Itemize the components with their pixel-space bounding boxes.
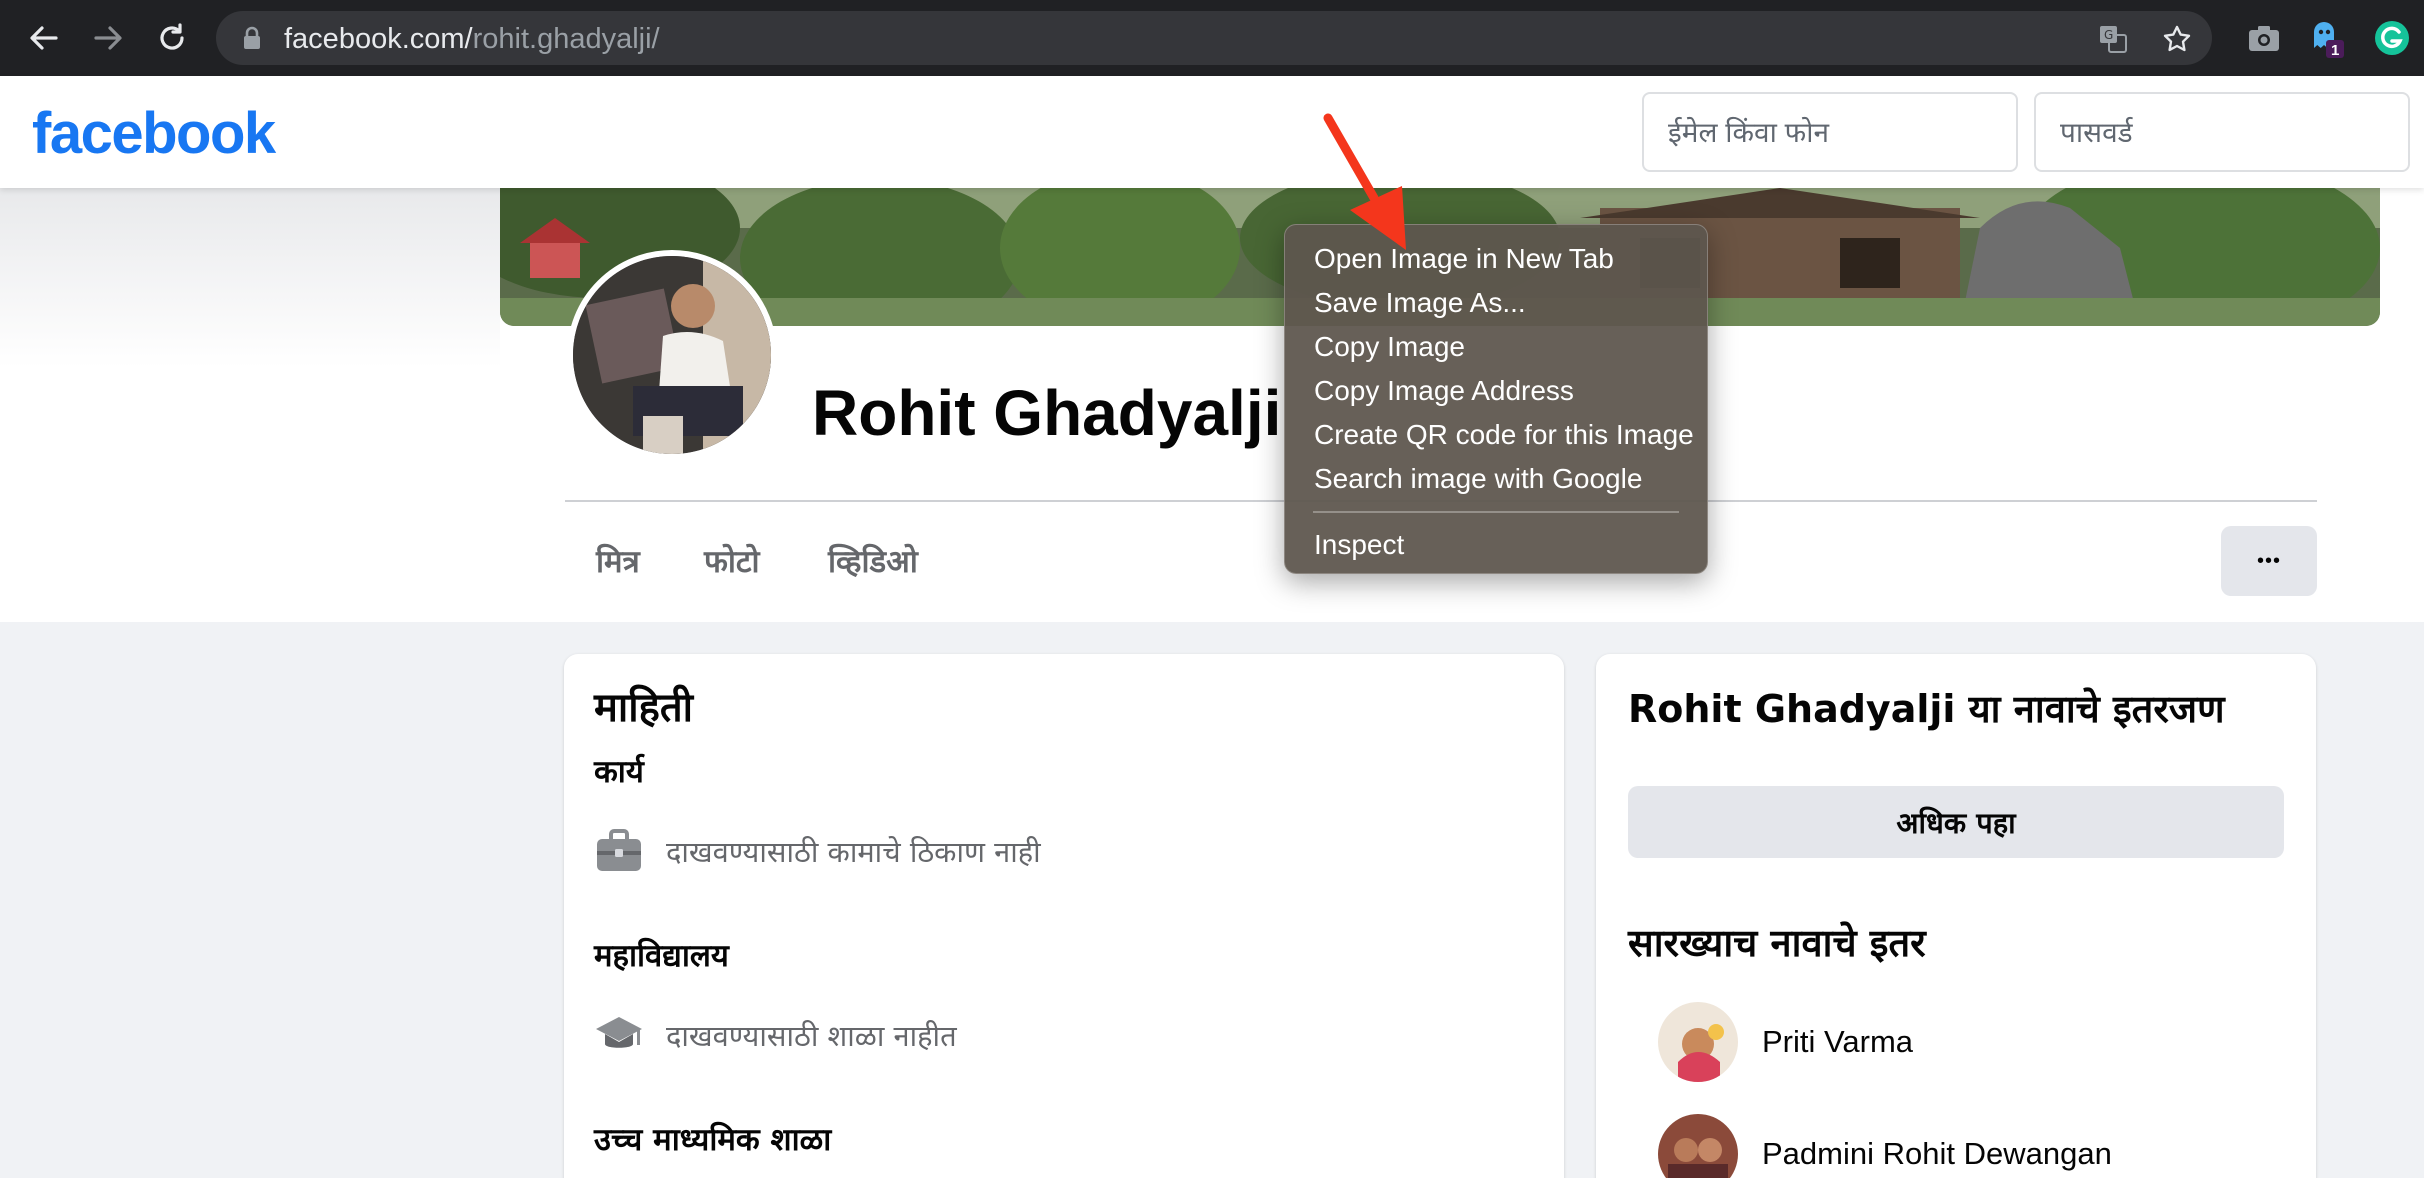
url-text: facebook.com/rohit.ghadyalji/	[284, 23, 660, 55]
others-card: Rohit Ghadyalji या नावाचे इतरजण सारख्याच…	[1596, 654, 2316, 1178]
college-row: दाखवण्यासाठी शाळा नाहीत	[594, 1010, 957, 1060]
annotation-arrow-icon	[1316, 112, 1426, 267]
email-field[interactable]: ईमेल किंवा फोन	[1642, 92, 2018, 172]
svg-text:G: G	[2104, 28, 2113, 42]
profile-name: Rohit Ghadyalji	[812, 377, 1282, 449]
translate-icon[interactable]: G	[2096, 22, 2130, 56]
menu-separator	[1313, 511, 1679, 513]
college-heading: महाविद्यालय	[594, 938, 729, 974]
tab-friends[interactable]: मित्र	[596, 540, 640, 582]
facebook-logo[interactable]: facebook	[32, 100, 276, 167]
grammarly-icon[interactable]	[2372, 18, 2412, 58]
work-text: दाखवण्यासाठी कामाचे ठिकाण नाही	[666, 834, 1041, 869]
graduation-cap-icon	[594, 1010, 644, 1060]
facebook-header: facebook ईमेल किंवा फोन पासवर्ड	[0, 76, 2424, 188]
password-field[interactable]: पासवर्ड	[2034, 92, 2410, 172]
menu-item-save-image-as[interactable]: Save Image As...	[1285, 281, 1707, 325]
context-menu: Open Image in New Tab Save Image As... C…	[1284, 224, 1708, 574]
menu-item-copy-image[interactable]: Copy Image	[1285, 325, 1707, 369]
avatar	[1658, 1114, 1738, 1178]
reload-icon[interactable]	[148, 14, 196, 62]
lock-icon	[242, 26, 262, 55]
see-more-button[interactable]: अधिक पहा	[1628, 786, 2284, 858]
college-text: दाखवण्यासाठी शाळा नाहीत	[666, 1018, 957, 1053]
back-icon[interactable]	[20, 14, 68, 62]
bookmark-star-icon[interactable]	[2160, 22, 2194, 56]
tab-videos[interactable]: व्हिडिओ	[828, 540, 918, 582]
person-name: Priti Varma	[1762, 1024, 1914, 1059]
camera-extension-icon[interactable]	[2244, 18, 2284, 58]
more-options-button[interactable]: •••	[2221, 526, 2317, 596]
person-name: Padmini Rohit Dewangan	[1762, 1136, 2112, 1171]
address-bar[interactable]: facebook.com/rohit.ghadyalji/ G	[216, 11, 2212, 65]
menu-item-create-qr-code[interactable]: Create QR code for this Image	[1285, 413, 1707, 457]
profile-avatar[interactable]	[567, 250, 777, 460]
menu-item-inspect[interactable]: Inspect	[1285, 523, 1707, 567]
person-item[interactable]: Padmini Rohit Dewangan	[1658, 1114, 2112, 1178]
avatar	[1658, 1002, 1738, 1082]
menu-item-search-image-google[interactable]: Search image with Google	[1285, 457, 1707, 501]
others-title: Rohit Ghadyalji या नावाचे इतरजण	[1628, 687, 2225, 731]
extension-badge: 1	[2331, 42, 2340, 59]
menu-item-copy-image-address[interactable]: Copy Image Address	[1285, 369, 1707, 413]
forward-icon[interactable]	[84, 14, 132, 62]
browser-toolbar: facebook.com/rohit.ghadyalji/ G 1	[0, 0, 2424, 76]
tab-photos[interactable]: फोटो	[704, 540, 760, 582]
about-title: माहिती	[594, 685, 694, 731]
briefcase-icon	[594, 826, 644, 876]
profile-header: Rohit Ghadyalji मित्र फोटो व्हिडिओ •••	[0, 188, 2424, 622]
person-item[interactable]: Priti Varma	[1658, 1002, 1913, 1082]
highschool-heading: उच्च माध्यमिक शाळा	[594, 1122, 832, 1158]
work-heading: कार्य	[594, 754, 644, 790]
more-dots-icon: •••	[2256, 549, 2281, 572]
work-row: दाखवण्यासाठी कामाचे ठिकाण नाही	[594, 826, 1041, 876]
ghost-extension-icon[interactable]: 1	[2306, 18, 2346, 59]
similar-names-title: सारख्याच नावाचे इतर	[1628, 921, 1926, 965]
about-card: माहिती कार्य दाखवण्यासाठी कामाचे ठिकाण न…	[564, 654, 1564, 1178]
